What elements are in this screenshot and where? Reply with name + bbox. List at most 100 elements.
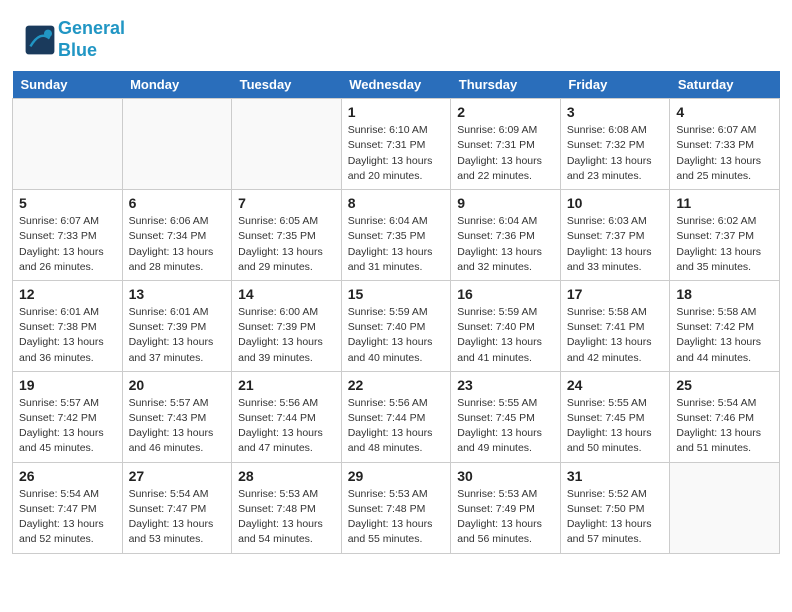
day-number: 17 (567, 286, 664, 302)
day-number: 7 (238, 195, 335, 211)
day-info: Sunrise: 6:07 AM Sunset: 7:33 PM Dayligh… (19, 214, 116, 275)
day-info: Sunrise: 5:58 AM Sunset: 7:42 PM Dayligh… (676, 305, 773, 366)
day-cell-31: 31 Sunrise: 5:52 AM Sunset: 7:50 PM Dayli… (560, 462, 670, 553)
day-info: Sunrise: 6:08 AM Sunset: 7:32 PM Dayligh… (567, 123, 664, 184)
day-info: Sunrise: 6:01 AM Sunset: 7:39 PM Dayligh… (129, 305, 226, 366)
day-cell-28: 28 Sunrise: 5:53 AM Sunset: 7:48 PM Dayli… (232, 462, 342, 553)
day-info: Sunrise: 6:09 AM Sunset: 7:31 PM Dayligh… (457, 123, 554, 184)
day-header-friday: Friday (560, 71, 670, 99)
day-number: 28 (238, 468, 335, 484)
day-info: Sunrise: 6:02 AM Sunset: 7:37 PM Dayligh… (676, 214, 773, 275)
day-cell-11: 11 Sunrise: 6:02 AM Sunset: 7:37 PM Dayli… (670, 190, 780, 281)
day-info: Sunrise: 5:54 AM Sunset: 7:47 PM Dayligh… (19, 487, 116, 548)
day-info: Sunrise: 6:03 AM Sunset: 7:37 PM Dayligh… (567, 214, 664, 275)
week-row-4: 19 Sunrise: 5:57 AM Sunset: 7:42 PM Dayli… (13, 371, 780, 462)
day-cell-16: 16 Sunrise: 5:59 AM Sunset: 7:40 PM Dayli… (451, 280, 561, 371)
day-info: Sunrise: 6:04 AM Sunset: 7:35 PM Dayligh… (348, 214, 445, 275)
logo-icon (24, 24, 56, 56)
day-info: Sunrise: 5:53 AM Sunset: 7:48 PM Dayligh… (348, 487, 445, 548)
day-cell-6: 6 Sunrise: 6:06 AM Sunset: 7:34 PM Daylig… (122, 190, 232, 281)
day-number: 18 (676, 286, 773, 302)
day-number: 8 (348, 195, 445, 211)
day-header-monday: Monday (122, 71, 232, 99)
day-cell-26: 26 Sunrise: 5:54 AM Sunset: 7:47 PM Dayli… (13, 462, 123, 553)
day-info: Sunrise: 5:55 AM Sunset: 7:45 PM Dayligh… (567, 396, 664, 457)
day-info: Sunrise: 5:55 AM Sunset: 7:45 PM Dayligh… (457, 396, 554, 457)
day-info: Sunrise: 6:07 AM Sunset: 7:33 PM Dayligh… (676, 123, 773, 184)
logo-text: General Blue (58, 18, 125, 61)
day-number: 14 (238, 286, 335, 302)
week-row-5: 26 Sunrise: 5:54 AM Sunset: 7:47 PM Dayli… (13, 462, 780, 553)
day-cell-12: 12Sunrise: 6:01 AM Sunset: 7:38 PM Dayli… (13, 280, 123, 371)
day-info: Sunrise: 6:00 AM Sunset: 7:39 PM Dayligh… (238, 305, 335, 366)
day-info: Sunrise: 6:10 AM Sunset: 7:31 PM Dayligh… (348, 123, 445, 184)
day-cell-19: 19 Sunrise: 5:57 AM Sunset: 7:42 PM Dayli… (13, 371, 123, 462)
day-header-sunday: Sunday (13, 71, 123, 99)
day-number: 5 (19, 195, 116, 211)
day-cell-4: 4 Sunrise: 6:07 AM Sunset: 7:33 PM Daylig… (670, 99, 780, 190)
day-number: 29 (348, 468, 445, 484)
day-cell-27: 27 Sunrise: 5:54 AM Sunset: 7:47 PM Dayli… (122, 462, 232, 553)
day-info: Sunrise: 5:54 AM Sunset: 7:47 PM Dayligh… (129, 487, 226, 548)
day-number: 6 (129, 195, 226, 211)
day-number: 1 (348, 104, 445, 120)
day-info: Sunrise: 5:56 AM Sunset: 7:44 PM Dayligh… (348, 396, 445, 457)
day-cell-9: 9Sunrise: 6:04 AM Sunset: 7:36 PM Daylig… (451, 190, 561, 281)
day-number: 24 (567, 377, 664, 393)
day-info: Sunrise: 5:53 AM Sunset: 7:49 PM Dayligh… (457, 487, 554, 548)
day-info: Sunrise: 6:01 AM Sunset: 7:38 PM Dayligh… (19, 305, 116, 366)
day-cell-2: 2 Sunrise: 6:09 AM Sunset: 7:31 PM Daylig… (451, 99, 561, 190)
day-info: Sunrise: 5:53 AM Sunset: 7:48 PM Dayligh… (238, 487, 335, 548)
day-cell-20: 20 Sunrise: 5:57 AM Sunset: 7:43 PM Dayli… (122, 371, 232, 462)
day-number: 21 (238, 377, 335, 393)
logo: General Blue (24, 18, 125, 61)
day-info: Sunrise: 6:04 AM Sunset: 7:36 PM Dayligh… (457, 214, 554, 275)
day-info: Sunrise: 5:52 AM Sunset: 7:50 PM Dayligh… (567, 487, 664, 548)
day-cell-1: 1 Sunrise: 6:10 AM Sunset: 7:31 PM Daylig… (341, 99, 451, 190)
day-cell-25: 25Sunrise: 5:54 AM Sunset: 7:46 PM Dayli… (670, 371, 780, 462)
day-cell-empty (670, 462, 780, 553)
day-cell-23: 23 Sunrise: 5:55 AM Sunset: 7:45 PM Dayli… (451, 371, 561, 462)
calendar-table: SundayMondayTuesdayWednesdayThursdayFrid… (12, 71, 780, 553)
day-number: 25 (676, 377, 773, 393)
day-cell-14: 14 Sunrise: 6:00 AM Sunset: 7:39 PM Dayli… (232, 280, 342, 371)
day-info: Sunrise: 5:56 AM Sunset: 7:44 PM Dayligh… (238, 396, 335, 457)
day-number: 20 (129, 377, 226, 393)
day-cell-17: 17Sunrise: 5:58 AM Sunset: 7:41 PM Dayli… (560, 280, 670, 371)
day-number: 27 (129, 468, 226, 484)
day-cell-empty (122, 99, 232, 190)
day-cell-30: 30 Sunrise: 5:53 AM Sunset: 7:49 PM Dayli… (451, 462, 561, 553)
day-info: Sunrise: 6:05 AM Sunset: 7:35 PM Dayligh… (238, 214, 335, 275)
day-number: 3 (567, 104, 664, 120)
day-number: 2 (457, 104, 554, 120)
day-header-thursday: Thursday (451, 71, 561, 99)
day-number: 13 (129, 286, 226, 302)
header: General Blue (0, 0, 792, 71)
day-number: 23 (457, 377, 554, 393)
page-container: General Blue SundayMondayTuesdayWednesda… (0, 0, 792, 566)
days-header-row: SundayMondayTuesdayWednesdayThursdayFrid… (13, 71, 780, 99)
day-header-saturday: Saturday (670, 71, 780, 99)
day-number: 10 (567, 195, 664, 211)
day-number: 26 (19, 468, 116, 484)
day-cell-29: 29 Sunrise: 5:53 AM Sunset: 7:48 PM Dayli… (341, 462, 451, 553)
day-number: 16 (457, 286, 554, 302)
day-number: 4 (676, 104, 773, 120)
day-number: 19 (19, 377, 116, 393)
day-number: 31 (567, 468, 664, 484)
day-info: Sunrise: 5:59 AM Sunset: 7:40 PM Dayligh… (457, 305, 554, 366)
day-header-wednesday: Wednesday (341, 71, 451, 99)
day-number: 30 (457, 468, 554, 484)
day-cell-13: 13 Sunrise: 6:01 AM Sunset: 7:39 PM Dayli… (122, 280, 232, 371)
day-cell-18: 18 Sunrise: 5:58 AM Sunset: 7:42 PM Dayli… (670, 280, 780, 371)
day-info: Sunrise: 6:06 AM Sunset: 7:34 PM Dayligh… (129, 214, 226, 275)
day-info: Sunrise: 5:57 AM Sunset: 7:42 PM Dayligh… (19, 396, 116, 457)
day-cell-21: 21 Sunrise: 5:56 AM Sunset: 7:44 PM Dayli… (232, 371, 342, 462)
day-cell-10: 10 Sunrise: 6:03 AM Sunset: 7:37 PM Dayli… (560, 190, 670, 281)
day-number: 11 (676, 195, 773, 211)
day-cell-8: 8 Sunrise: 6:04 AM Sunset: 7:35 PM Daylig… (341, 190, 451, 281)
week-row-1: 1 Sunrise: 6:10 AM Sunset: 7:31 PM Daylig… (13, 99, 780, 190)
week-row-2: 5 Sunrise: 6:07 AM Sunset: 7:33 PM Daylig… (13, 190, 780, 281)
day-cell-empty (13, 99, 123, 190)
day-info: Sunrise: 5:57 AM Sunset: 7:43 PM Dayligh… (129, 396, 226, 457)
